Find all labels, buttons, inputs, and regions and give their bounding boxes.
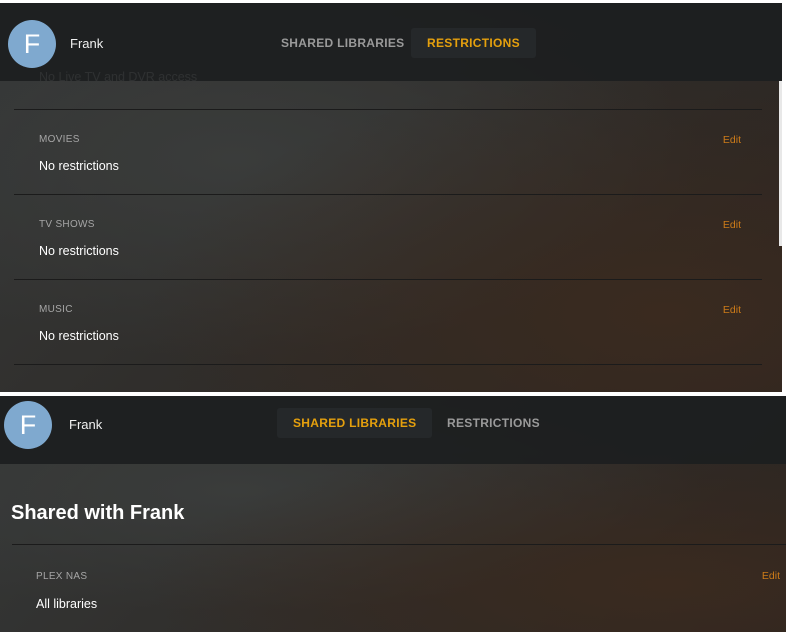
header-bar: F Frank SHARED LIBRARIES RESTRICTIONS [0,396,786,464]
tab-restrictions[interactable]: RESTRICTIONS [431,408,556,438]
server-label: PLEX NAS [36,571,88,582]
server-edit-link[interactable]: Edit [762,570,780,582]
movies-section: MOVIES No restrictions Edit [14,109,762,195]
tv-shows-section: TV SHOWS No restrictions Edit [14,194,762,280]
section-label: MOVIES [39,134,80,145]
section-divider [12,544,786,545]
tab-restrictions[interactable]: RESTRICTIONS [411,28,536,58]
avatar[interactable]: F [8,20,56,68]
server-libraries-value: All libraries [36,597,98,611]
scrollbar[interactable] [779,81,782,246]
section-divider [14,364,762,366]
shared-libraries-panel: F Frank SHARED LIBRARIES RESTRICTIONS Sh… [0,396,786,632]
section-value: No restrictions [39,329,119,343]
username: Frank [70,36,104,51]
username: Frank [69,417,103,432]
music-section: MUSIC No restrictions Edit [14,279,762,365]
tv-shows-edit-link[interactable]: Edit [723,219,741,231]
header-bar: F Frank SHARED LIBRARIES RESTRICTIONS [0,3,782,81]
restrictions-panel: No Live TV and DVR access MOVIES No rest… [0,3,782,392]
section-label: MUSIC [39,304,73,315]
section-value: No restrictions [39,244,119,258]
tab-shared-libraries[interactable]: SHARED LIBRARIES [265,28,420,58]
section-label: TV SHOWS [39,219,95,230]
page-title: Shared with Frank [11,502,185,524]
movies-edit-link[interactable]: Edit [723,134,741,146]
tab-shared-libraries[interactable]: SHARED LIBRARIES [277,408,433,438]
section-value: No restrictions [39,159,119,173]
music-edit-link[interactable]: Edit [723,304,741,316]
avatar[interactable]: F [4,401,52,449]
